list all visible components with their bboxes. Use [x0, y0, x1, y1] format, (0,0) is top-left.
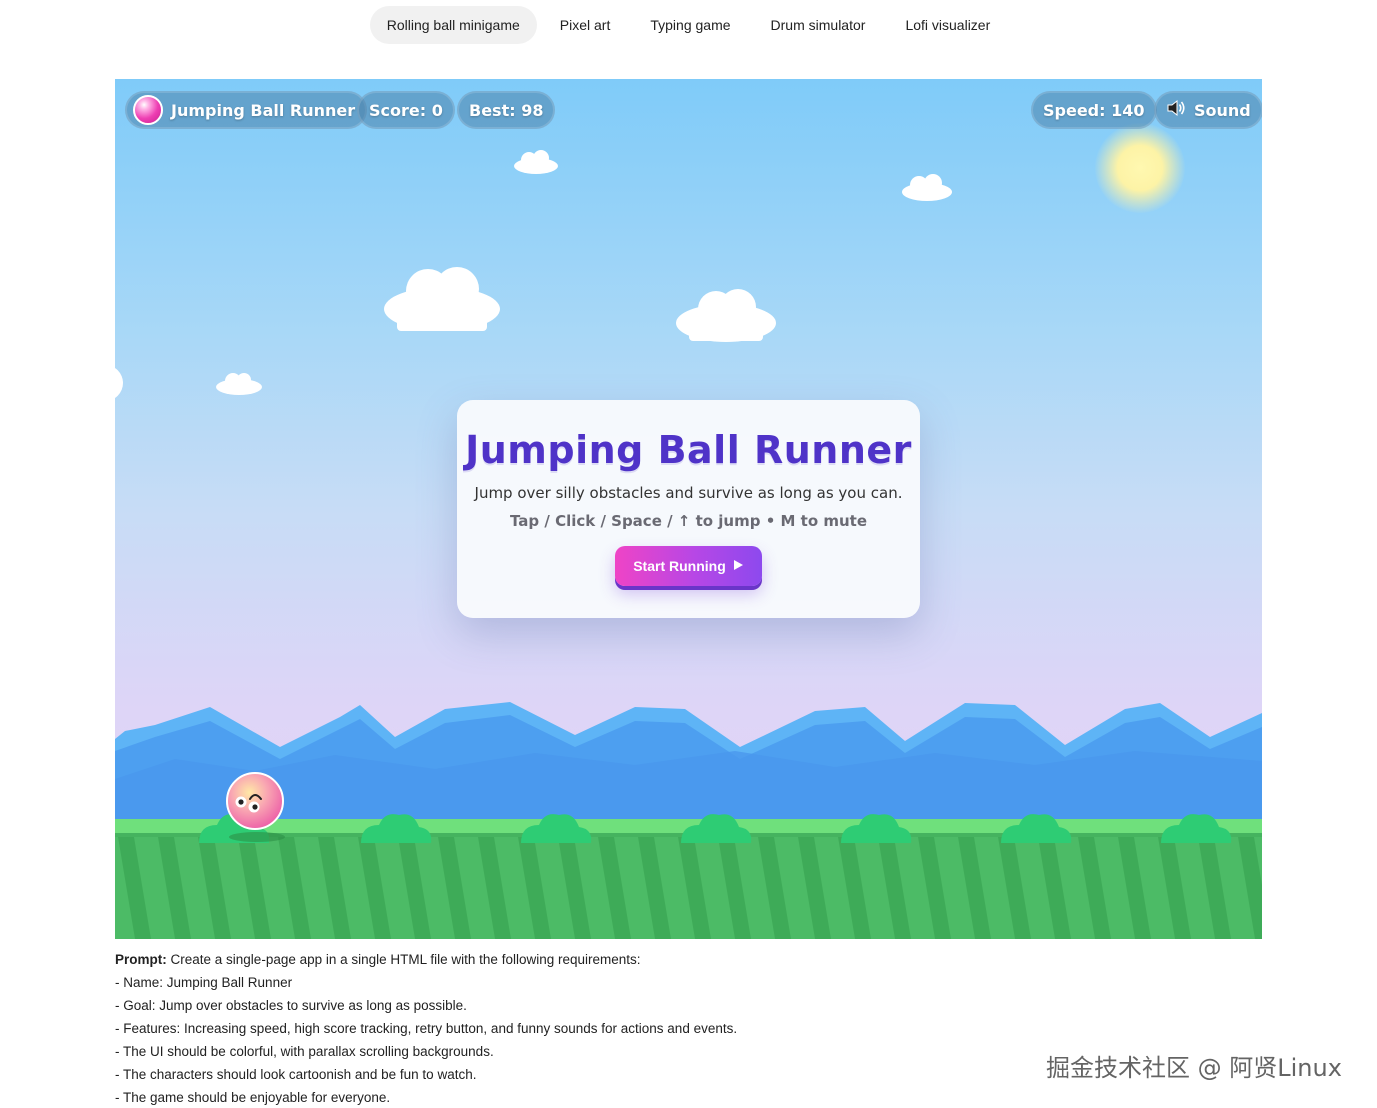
prompt-line: - The game should be enjoyable for every…	[115, 1090, 391, 1105]
watermark: 掘金技术社区 @ 阿贤Linux	[1046, 1054, 1342, 1082]
cloud	[115, 363, 123, 403]
start-running-button[interactable]: Start Running	[615, 546, 762, 586]
tab-drum-simulator[interactable]: Drum simulator	[754, 6, 883, 44]
game-canvas[interactable]: Jumping Ball Runner Score: 0 Best: 98 Sp…	[115, 79, 1262, 939]
cloud	[901, 172, 953, 202]
speaker-icon	[1166, 99, 1186, 121]
best-score-badge: Best: 98	[457, 91, 556, 129]
tab-typing-game[interactable]: Typing game	[633, 6, 747, 44]
cloud	[675, 285, 777, 345]
prompt-intro-line: Prompt: Create a single-page app in a si…	[115, 948, 737, 971]
start-button-label: Start Running	[633, 558, 726, 574]
cloud	[513, 149, 559, 175]
game-title-badge: Jumping Ball Runner	[125, 91, 368, 129]
game-title: Jumping Ball Runner	[171, 100, 356, 120]
sun	[1095, 123, 1185, 213]
cloud	[383, 265, 501, 335]
start-dialog: Jumping Ball Runner Jump over silly obst…	[457, 400, 920, 618]
prompt-line: - Goal: Jump over obstacles to survive a…	[115, 998, 467, 1013]
prompt-line: - The characters should look cartoonish …	[115, 1067, 477, 1082]
ball-icon	[133, 95, 163, 125]
sound-toggle-button[interactable]: Sound	[1154, 91, 1262, 129]
play-icon	[732, 558, 744, 574]
tab-rolling-ball-minigame[interactable]: Rolling ball minigame	[369, 6, 537, 44]
cloud	[215, 369, 263, 397]
speed-badge: Speed: 140	[1031, 91, 1157, 129]
dialog-controls-hint: Tap / Click / Space / ↑ to jump • M to m…	[509, 512, 868, 530]
sound-label: Sound	[1194, 100, 1251, 120]
tab-pixel-art[interactable]: Pixel art	[543, 6, 628, 44]
prompt-line: - Name: Jumping Ball Runner	[115, 975, 293, 990]
prompt-line: - Features: Increasing speed, high score…	[115, 1021, 738, 1036]
dialog-subtitle: Jump over silly obstacles and survive as…	[474, 484, 903, 502]
tab-lofi-visualizer[interactable]: Lofi visualizer	[888, 6, 1007, 44]
prompt-line: - The UI should be colorful, with parall…	[115, 1044, 494, 1059]
prompt-description: Prompt: Create a single-page app in a si…	[115, 948, 737, 1108]
prompt-intro: Create a single-page app in a single HTM…	[170, 952, 641, 967]
dialog-title: Jumping Ball Runner	[465, 428, 912, 472]
tab-bar: Rolling ball minigame Pixel art Typing g…	[0, 6, 1377, 44]
score-badge: Score: 0	[357, 91, 455, 129]
player-ball	[226, 772, 285, 842]
prompt-label: Prompt:	[115, 952, 167, 967]
